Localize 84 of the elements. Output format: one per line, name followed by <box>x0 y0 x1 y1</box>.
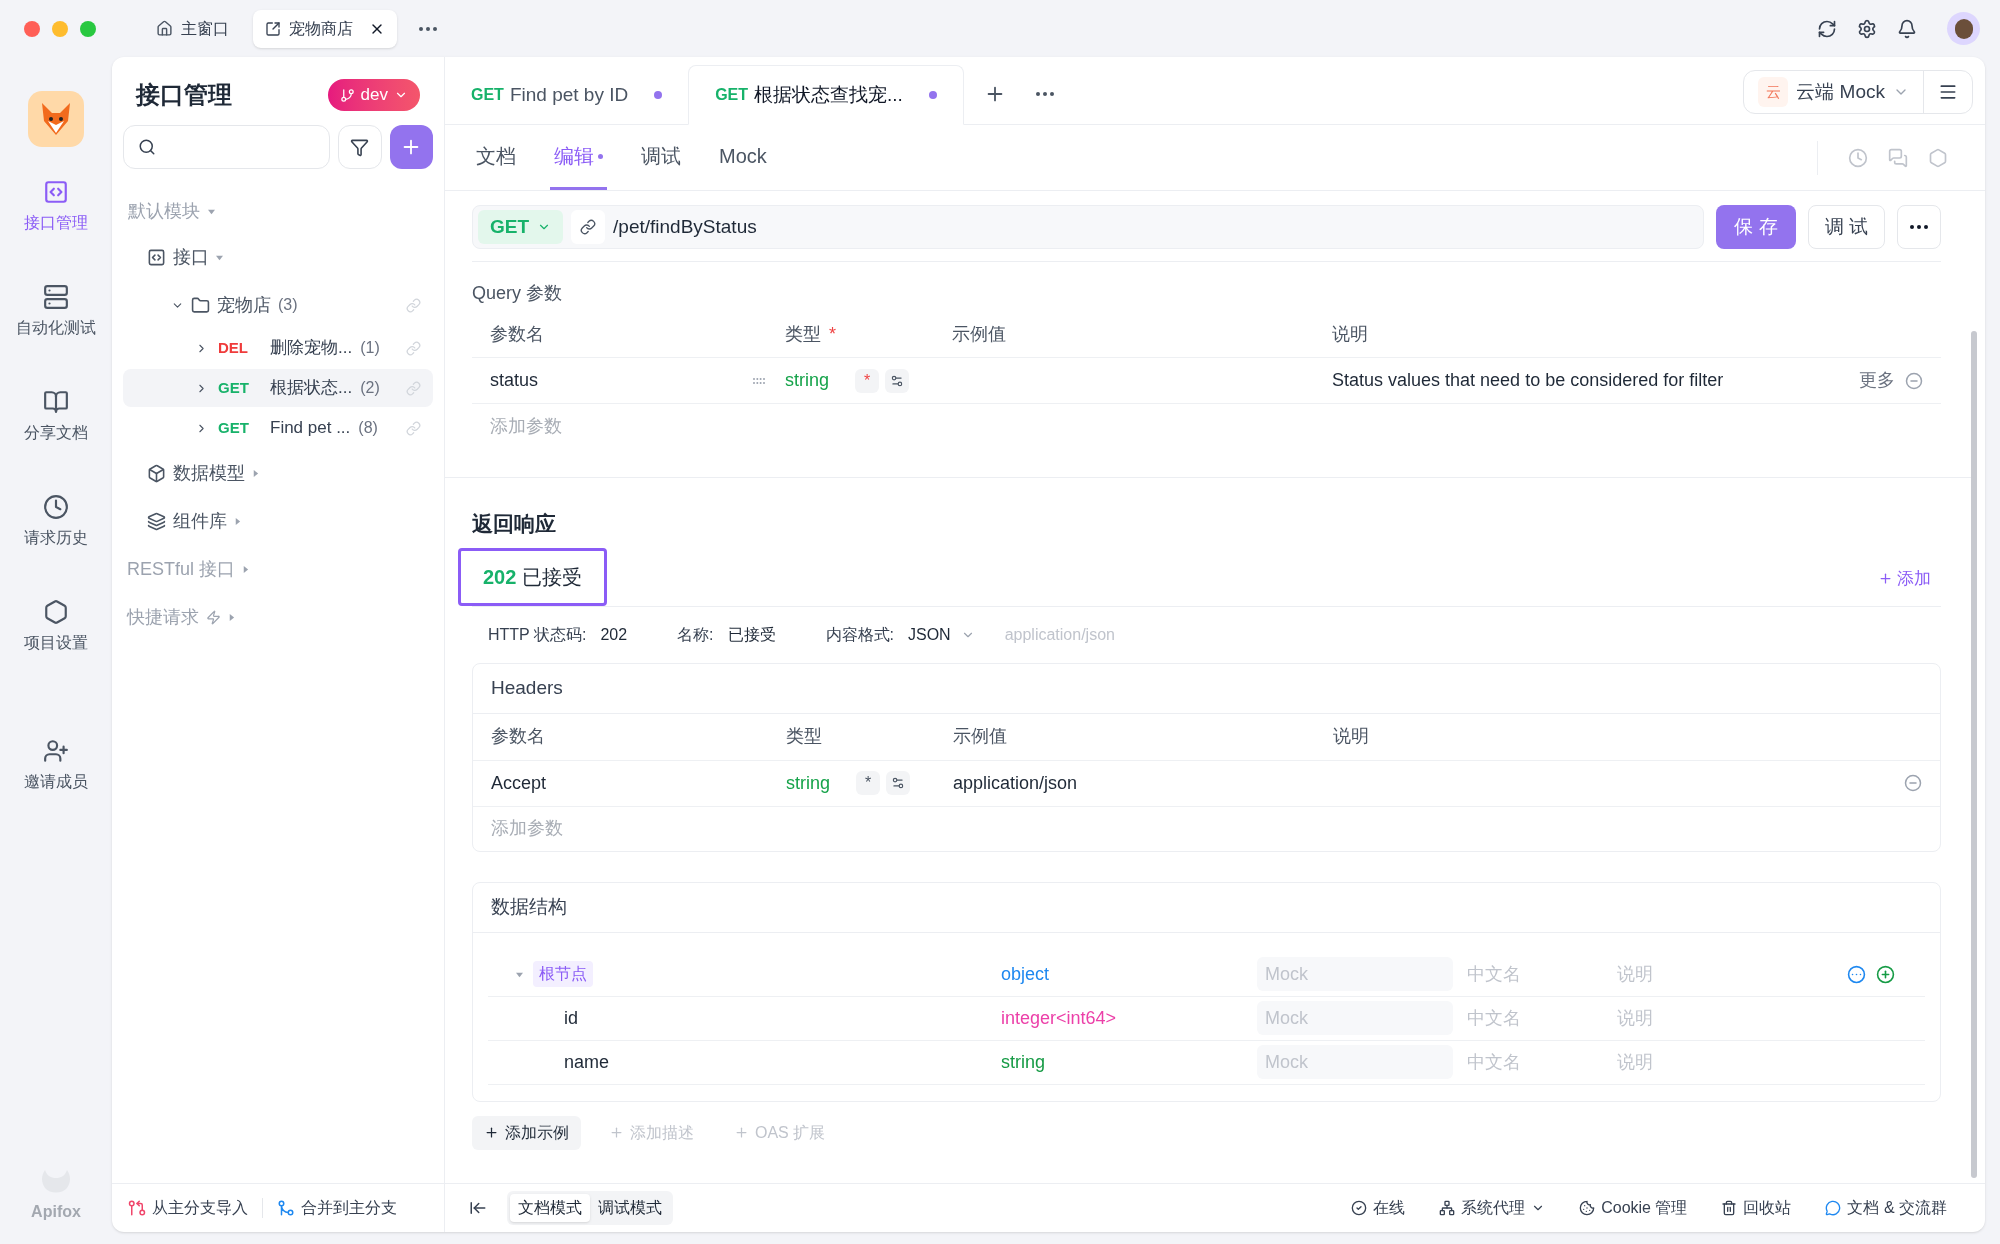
column-header: 参数名 <box>491 725 545 748</box>
request-tab[interactable]: GET 根据状态查找宠... <box>688 65 964 125</box>
rail-item[interactable]: 邀请成员 <box>24 738 88 794</box>
branch-selector[interactable]: dev <box>327 79 420 111</box>
sub-tab[interactable]: 文档 <box>472 125 520 190</box>
add-action-button[interactable]: 添加示例 <box>472 1115 581 1150</box>
rail-item[interactable]: 项目设置 <box>4 593 108 673</box>
tree-endpoint[interactable]: GET 根据状态... (2) <box>123 369 433 407</box>
required-toggle[interactable]: * <box>856 771 880 795</box>
info-label: 名称: <box>677 624 714 645</box>
section-title: Headers <box>491 675 563 700</box>
section-title: 数据结构 <box>491 894 567 919</box>
panel-title: 接口管理 <box>136 80 232 110</box>
mode-toggle[interactable]: 调试模式 <box>590 1194 670 1222</box>
tree-endpoint[interactable]: DEL 删除宠物... (1) <box>123 329 433 367</box>
more-link[interactable]: 更多 <box>1859 367 1895 394</box>
window-tab[interactable]: 主窗口 <box>144 9 241 48</box>
add-response-button[interactable]: 添加 <box>1878 566 1931 592</box>
field-type: integer<int64> <box>1001 1006 1118 1030</box>
sub-tab[interactable]: 调试 <box>637 125 685 190</box>
tree-node[interactable]: 宠物店 (3) <box>123 281 433 329</box>
rail-item[interactable]: 接口管理 <box>4 173 108 253</box>
param-name: Accept <box>491 771 547 795</box>
request-tab[interactable]: GET Find pet by ID <box>445 65 689 125</box>
status-item[interactable]: 文档 & 交流群 <box>1825 1196 1947 1220</box>
param-type: string <box>785 369 829 392</box>
rail-item[interactable]: 请求历史 <box>4 488 108 568</box>
info-label: 内容格式: <box>825 624 894 645</box>
rail-item[interactable]: 分享文档 <box>4 383 108 463</box>
merge-to-main-button[interactable]: 合并到主分支 <box>277 1196 397 1220</box>
field-type: string <box>1001 1050 1046 1074</box>
info-label: HTTP 状态码: <box>488 624 587 645</box>
mode-toggle[interactable]: 文档模式 <box>510 1194 590 1222</box>
column-header: 示例值 <box>952 322 1006 346</box>
column-header: 说明 <box>1333 725 1369 748</box>
param-name: status <box>490 369 539 392</box>
cloud-badge: 云 <box>1758 77 1789 107</box>
section-title: Query 参数 <box>472 283 563 303</box>
param-example: application/json <box>953 772 1078 793</box>
tree-node[interactable]: 数据模型 <box>123 449 433 497</box>
root-node-tag: 根节点 <box>533 961 593 987</box>
endpoint-count: (8) <box>358 418 378 438</box>
url-path: /pet/findByStatus <box>613 214 757 239</box>
sub-tab[interactable]: 编辑 <box>550 125 607 190</box>
column-header: 说明 <box>1332 322 1368 346</box>
column-header: 类型 <box>785 322 821 346</box>
field-type: object <box>1001 962 1051 986</box>
status-item[interactable]: 系统代理 <box>1439 1196 1546 1220</box>
save-button[interactable]: 保 存 <box>1716 205 1796 249</box>
required-mark: * <box>829 322 836 346</box>
sub-tab[interactable]: Mock <box>715 125 771 190</box>
field-name: name <box>564 1050 610 1074</box>
window-tab[interactable]: 宠物商店 <box>253 9 397 48</box>
info-value: 已接受 <box>727 624 776 645</box>
status-item[interactable]: 在线 <box>1351 1196 1406 1220</box>
brand-name: Apifox <box>31 1202 81 1222</box>
param-type: string <box>786 771 830 795</box>
param-description: Status values that need to be considered for filter <box>1332 369 1724 392</box>
tree-node[interactable]: 组件库 <box>123 497 433 545</box>
info-value: 202 <box>600 624 628 645</box>
endpoint-count: (2) <box>360 378 380 398</box>
status-item[interactable]: 回收站 <box>1721 1196 1792 1220</box>
section-title: 返回响应 <box>472 511 557 537</box>
endpoint-name: Find pet ... <box>270 417 351 440</box>
endpoint-name: 根据状态... <box>270 377 353 400</box>
debug-button[interactable]: 调 试 <box>1807 205 1885 249</box>
method-label: GET <box>218 417 250 438</box>
required-toggle[interactable]: * <box>855 368 879 393</box>
info-value[interactable]: JSON <box>908 622 975 647</box>
rail-item[interactable]: 自动化测试 <box>4 278 108 358</box>
method-label: DEL <box>218 337 249 358</box>
column-header: 示例值 <box>953 725 1007 748</box>
endpoint-name: 删除宠物... <box>270 337 353 360</box>
tree-endpoint[interactable]: GET Find pet ... (8) <box>123 409 433 447</box>
column-header: 参数名 <box>490 322 544 346</box>
import-from-main-button[interactable]: 从主分支导入 <box>128 1196 248 1220</box>
url-field[interactable]: GET /pet/findByStatus <box>472 205 1705 249</box>
tree-node[interactable]: 接口 <box>123 233 433 281</box>
column-header: 类型 <box>786 725 822 748</box>
endpoint-count: (1) <box>360 338 380 358</box>
status-item[interactable]: Cookie 管理 <box>1579 1196 1688 1220</box>
field-name: id <box>564 1006 578 1030</box>
response-tab[interactable]: 202 已接受 <box>458 547 608 606</box>
method-label: GET <box>218 377 250 398</box>
